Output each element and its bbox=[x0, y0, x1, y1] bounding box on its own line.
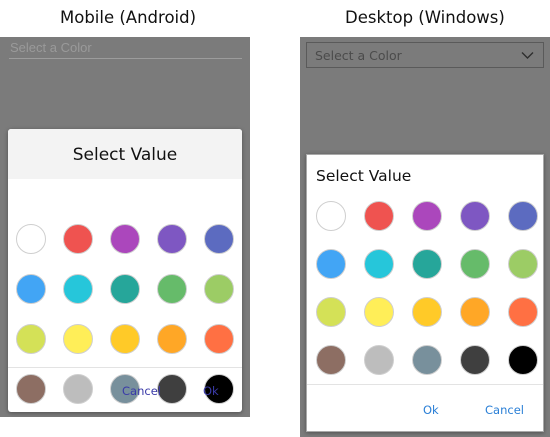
desktop-cancel-button[interactable]: Cancel bbox=[485, 403, 524, 417]
mobile-heading: Mobile (Android) bbox=[60, 8, 197, 27]
mobile-color-select[interactable]: Select a Color bbox=[10, 40, 92, 55]
mobile-color-swatch[interactable] bbox=[157, 374, 187, 404]
desktop-screen: Select a Color Select Value Ok Cancel bbox=[300, 37, 550, 437]
desktop-dialog-title: Select Value bbox=[316, 167, 412, 185]
mobile-color-swatch[interactable] bbox=[16, 224, 46, 254]
desktop-color-swatch[interactable] bbox=[364, 345, 394, 375]
mobile-select-underline bbox=[9, 58, 242, 59]
desktop-color-swatch[interactable] bbox=[316, 345, 346, 375]
mobile-color-swatch[interactable] bbox=[157, 324, 187, 354]
desktop-color-swatch[interactable] bbox=[316, 297, 346, 327]
desktop-select-placeholder: Select a Color bbox=[315, 48, 402, 63]
mobile-color-swatch[interactable] bbox=[204, 324, 234, 354]
desktop-color-swatch[interactable] bbox=[460, 201, 490, 231]
desktop-color-swatch[interactable] bbox=[316, 201, 346, 231]
desktop-color-swatch[interactable] bbox=[412, 345, 442, 375]
mobile-color-swatch[interactable] bbox=[157, 224, 187, 254]
mobile-color-swatch[interactable] bbox=[110, 224, 140, 254]
desktop-color-swatch[interactable] bbox=[316, 249, 346, 279]
desktop-select-dialog: Select Value Ok Cancel bbox=[306, 154, 544, 432]
desktop-dialog-divider bbox=[307, 384, 543, 385]
mobile-dialog-header: Select Value bbox=[8, 129, 242, 179]
mobile-color-swatch[interactable] bbox=[204, 224, 234, 254]
desktop-color-swatch[interactable] bbox=[460, 297, 490, 327]
desktop-color-swatch[interactable] bbox=[412, 249, 442, 279]
mobile-color-swatch[interactable] bbox=[63, 224, 93, 254]
desktop-color-swatch[interactable] bbox=[364, 249, 394, 279]
desktop-color-swatch[interactable] bbox=[364, 201, 394, 231]
mobile-color-swatch[interactable] bbox=[63, 374, 93, 404]
desktop-color-swatch[interactable] bbox=[460, 249, 490, 279]
mobile-color-swatch[interactable] bbox=[110, 274, 140, 304]
mobile-cancel-button[interactable]: Cancel bbox=[122, 384, 161, 398]
desktop-color-swatch[interactable] bbox=[508, 201, 538, 231]
desktop-color-swatch[interactable] bbox=[412, 201, 442, 231]
desktop-ok-button[interactable]: Ok bbox=[423, 403, 439, 417]
mobile-color-swatch[interactable] bbox=[16, 324, 46, 354]
mobile-color-swatch[interactable] bbox=[63, 274, 93, 304]
mobile-select-dialog: Select Value Cancel Ok bbox=[8, 129, 242, 412]
mobile-color-swatch[interactable] bbox=[16, 374, 46, 404]
mobile-screen: Select a Color Select Value Cancel Ok bbox=[0, 37, 250, 417]
desktop-color-swatch[interactable] bbox=[508, 297, 538, 327]
chevron-down-icon[interactable] bbox=[521, 51, 534, 60]
mobile-dialog-title: Select Value bbox=[72, 145, 178, 165]
desktop-color-swatch[interactable] bbox=[508, 345, 538, 375]
desktop-color-swatch[interactable] bbox=[412, 297, 442, 327]
mobile-dialog-divider bbox=[8, 367, 242, 368]
desktop-color-select[interactable]: Select a Color bbox=[306, 42, 544, 68]
mobile-color-swatch[interactable] bbox=[204, 274, 234, 304]
mobile-color-swatch[interactable] bbox=[16, 274, 46, 304]
desktop-color-swatch[interactable] bbox=[460, 345, 490, 375]
desktop-color-swatch[interactable] bbox=[364, 297, 394, 327]
mobile-color-swatch[interactable] bbox=[110, 324, 140, 354]
mobile-ok-button[interactable]: Ok bbox=[203, 384, 219, 398]
mobile-color-swatch[interactable] bbox=[63, 324, 93, 354]
mobile-color-swatch[interactable] bbox=[157, 274, 187, 304]
desktop-color-swatch[interactable] bbox=[508, 249, 538, 279]
desktop-heading: Desktop (Windows) bbox=[345, 8, 505, 27]
